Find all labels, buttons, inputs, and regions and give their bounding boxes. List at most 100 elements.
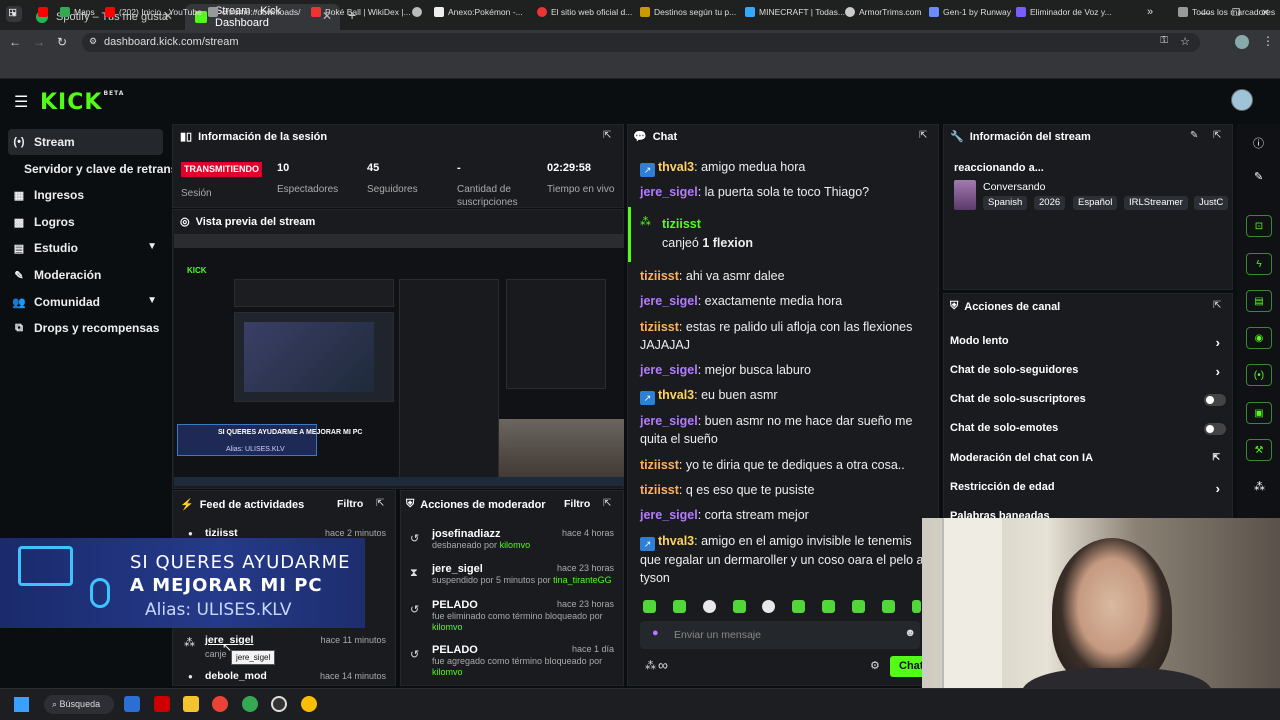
emote-icon[interactable] xyxy=(792,600,805,613)
chrome-profile-icon[interactable] xyxy=(242,696,258,712)
chat-message[interactable]: ↗ thval3: amigo en el amigo invisible le … xyxy=(640,532,925,587)
bookmark-star-icon[interactable]: ☆ xyxy=(1180,35,1190,48)
sidebar-item-server-key[interactable]: Servidor y clave de retransmisión xyxy=(24,156,174,182)
stream-preview-video[interactable]: KICK SI QUERES AYUDARME A MEJORAR MI PC … xyxy=(174,234,624,486)
chat-username[interactable]: tiziisst xyxy=(640,458,679,472)
clipboard-icon[interactable]: ▤ xyxy=(1246,290,1272,312)
sidebar-item-comunidad[interactable]: 👥 Comunidad ▼ xyxy=(8,289,163,315)
site-info-icon[interactable]: ⚙ xyxy=(89,36,97,47)
sidebar-item-logros[interactable]: ▩ Logros xyxy=(8,209,163,235)
list-item[interactable]: ↺ PELADO hace 23 horas fue eliminado com… xyxy=(410,599,614,635)
back-button[interactable]: ← xyxy=(9,35,21,49)
chat-message[interactable]: ↗ thval3: amigo medua hora xyxy=(640,158,925,177)
chat-username[interactable]: jere_sigel xyxy=(640,414,698,428)
bookmark-vocal-remover[interactable]: Eliminador de Voz y... xyxy=(1016,4,1112,20)
scan-icon[interactable]: ⊡ xyxy=(1246,215,1272,237)
sidebar-item-estudio[interactable]: ▤ Estudio ▼ xyxy=(8,235,163,261)
expand-icon[interactable]: ⇱ xyxy=(376,498,384,509)
tag-chip[interactable]: JustC xyxy=(1194,196,1228,210)
emote-icon[interactable] xyxy=(882,600,895,613)
bookmark-destinos[interactable]: Destinos según tu p... xyxy=(640,4,736,20)
bookmark-youtube[interactable] xyxy=(38,4,52,20)
word-icon[interactable] xyxy=(124,696,140,712)
hamburger-menu-icon[interactable]: ☰ xyxy=(14,92,28,112)
category-name[interactable]: Conversando xyxy=(983,181,1045,193)
chat-settings-gear-icon[interactable]: ⚙ xyxy=(870,659,880,672)
info-icon[interactable]: ⓘ xyxy=(1253,135,1264,151)
subs-only-toggle[interactable] xyxy=(1204,394,1226,406)
expand-icon[interactable]: ⇱ xyxy=(919,130,927,141)
tag-chip[interactable]: Español xyxy=(1073,196,1118,210)
chat-username[interactable]: jere_sigel xyxy=(640,294,698,308)
bookmarks-overflow[interactable]: » xyxy=(1147,4,1153,20)
emotes-only-toggle[interactable] xyxy=(1204,423,1226,435)
chat-message[interactable]: tiziisst: yo te diria que te dediques a … xyxy=(640,456,925,474)
list-item[interactable]: ⁂ jere_sigel hace 11 minutos canje xyxy=(182,634,388,662)
emotes-only-item[interactable]: Chat de solo-emotes xyxy=(950,422,1230,442)
edit-pencil-icon[interactable]: ✎ xyxy=(1254,170,1263,183)
chat-username[interactable]: jere_sigel xyxy=(640,508,698,522)
chrome-profile-icon[interactable] xyxy=(301,696,317,712)
user-avatar[interactable] xyxy=(1231,89,1253,111)
followers-only-item[interactable]: Chat de solo-seguidores › xyxy=(950,364,1230,384)
bookmark-runway[interactable]: Gen-1 by Runway xyxy=(929,4,1011,20)
list-item[interactable]: ↺ PELADO hace 1 día fue agregado como té… xyxy=(410,644,614,680)
send-chat-button[interactable]: Chat xyxy=(890,656,923,677)
tag-chip[interactable]: Spanish xyxy=(983,196,1028,210)
password-key-icon[interactable]: ⚿ xyxy=(1160,35,1168,46)
list-item[interactable]: ⧗ jere_sigel hace 23 horas suspendido po… xyxy=(410,563,614,589)
chat-username[interactable]: tiziisst xyxy=(640,320,679,334)
points-icon[interactable]: ⁂ xyxy=(645,659,656,672)
expand-icon[interactable]: ⇱ xyxy=(603,130,611,141)
obs-icon[interactable] xyxy=(271,696,287,712)
emote-icon[interactable] xyxy=(822,600,835,613)
chat-input[interactable]: ● Enviar un mensaje ☻ xyxy=(640,621,920,649)
forward-button[interactable]: → xyxy=(33,35,45,49)
box-icon[interactable]: ▣ xyxy=(1246,402,1272,424)
emote-icon[interactable] xyxy=(733,600,746,613)
chat-message[interactable]: tiziisst: estas re palido uli afloja con… xyxy=(640,318,925,354)
menu-kebab-icon[interactable]: ⋮ xyxy=(1262,34,1274,48)
sidebar-item-ingresos[interactable]: ▦ Ingresos xyxy=(8,182,163,208)
bookmark-instagram[interactable] xyxy=(412,4,426,20)
bookmark-minecraft[interactable]: MINECRAFT | Todas... xyxy=(745,4,845,20)
profile-avatar[interactable] xyxy=(1235,35,1249,49)
chat-message[interactable]: jere_sigel: exactamente media hora xyxy=(640,292,925,310)
chat-message[interactable]: jere_sigel: buen asmr no me hace dar sue… xyxy=(640,412,925,448)
redeem-user[interactable]: tiziisst xyxy=(662,217,701,231)
windows-start-icon[interactable] xyxy=(14,697,29,712)
points-icon[interactable]: ⁂ xyxy=(1254,480,1265,493)
chat-message[interactable]: jere_sigel: la puerta sola te toco Thiag… xyxy=(640,183,925,201)
broadcast-icon[interactable]: (•) xyxy=(1246,364,1272,386)
bookmark-maps[interactable]: Maps xyxy=(60,4,95,20)
moderator-name[interactable]: kilomvo xyxy=(500,540,531,550)
reload-button[interactable]: ↻ xyxy=(57,35,67,49)
moderator-name[interactable]: tina_tiranteGG xyxy=(553,575,612,585)
bookmark-wikipedia[interactable]: Anexo:Pokémon -... xyxy=(434,4,523,20)
app-icon[interactable] xyxy=(154,696,170,712)
taskbar-search[interactable]: ⌕ Búsqueda xyxy=(44,695,114,714)
chat-message[interactable]: jere_sigel: mejor busca laburo xyxy=(640,361,925,379)
slow-mode-item[interactable]: Modo lento › xyxy=(950,335,1230,355)
kick-logo[interactable]: KICKBETA xyxy=(40,90,124,115)
emoji-icon[interactable]: ☻ xyxy=(904,627,916,639)
chat-message[interactable]: tiziisst: ahi va asmr dalee xyxy=(640,267,925,285)
sidebar-item-drops[interactable]: ⧉ Drops y recompensas xyxy=(8,315,163,341)
bookmark-pokemon[interactable]: El sitio web oficial d... xyxy=(537,4,632,20)
sidebar-item-moderacion[interactable]: ✎ Moderación xyxy=(8,262,163,288)
emote-icon[interactable] xyxy=(643,600,656,613)
tag-chip[interactable]: 2026 xyxy=(1034,196,1066,210)
url-field[interactable]: ⚙ dashboard.kick.com/stream ☆ ⚿ xyxy=(82,33,1200,52)
apps-grid-icon[interactable]: ⊞ xyxy=(8,4,17,20)
activity-filter-button[interactable]: Filtro xyxy=(337,498,363,510)
chat-message[interactable]: jere_sigel: corta stream mejor xyxy=(640,506,925,524)
list-item[interactable]: ● debole_mod hace 14 minutos xyxy=(182,670,388,686)
wrench-icon[interactable]: ⚒ xyxy=(1246,439,1272,461)
emote-icon[interactable] xyxy=(703,600,716,613)
chat-username[interactable]: tiziisst xyxy=(640,483,679,497)
all-bookmarks-folder[interactable]: Todos los marcadores xyxy=(1178,4,1275,20)
file-explorer-icon[interactable] xyxy=(183,696,199,712)
bolt-icon[interactable]: ϟ xyxy=(1246,253,1272,275)
tag-chip[interactable]: IRLStreamer xyxy=(1124,196,1188,210)
emote-icon[interactable] xyxy=(852,600,865,613)
